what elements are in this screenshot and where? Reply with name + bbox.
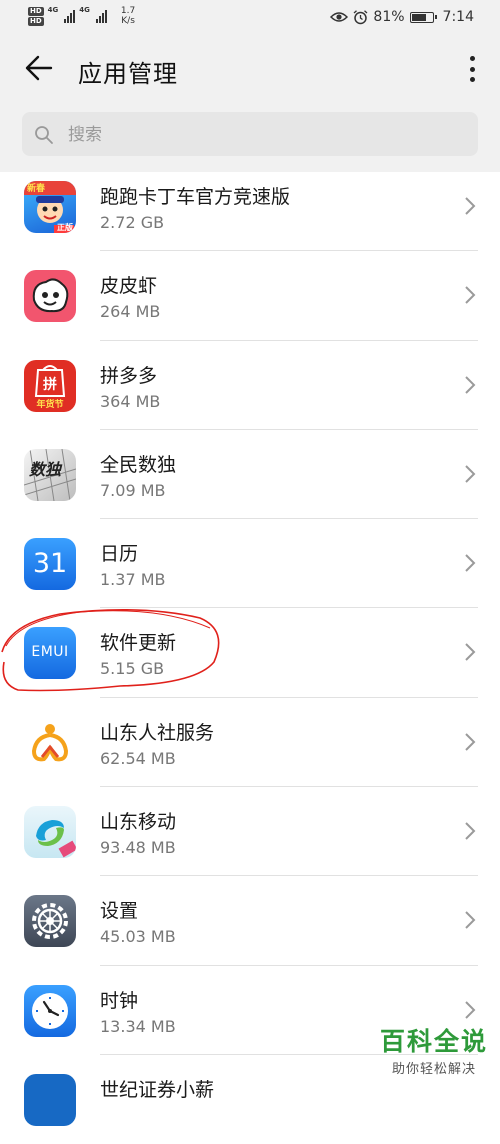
more-options-button[interactable] xyxy=(460,52,484,86)
calendar-icon: 31 xyxy=(24,538,76,591)
kartrider-badge: 新春 xyxy=(27,184,46,194)
app-name: 山东移动 xyxy=(100,811,177,834)
pipixia-icon xyxy=(24,270,76,323)
settings-gear-icon xyxy=(24,895,76,948)
network-label: 4G xyxy=(47,6,59,14)
eye-comfort-icon xyxy=(330,12,349,22)
chevron-right-icon xyxy=(465,375,476,394)
arrow-left-icon xyxy=(25,55,53,81)
hd-indicator: HD HD xyxy=(28,6,44,26)
clock-time: 7:14 xyxy=(442,9,474,25)
app-size: 93.48 MB xyxy=(100,838,176,858)
app-item-kartrider[interactable]: 新春 正版 跑跑卡丁车官方竞速版 2.72 GB xyxy=(0,162,500,252)
app-item-calendar[interactable]: 31 日历 1.37 MB xyxy=(0,519,500,609)
page-title: 应用管理 xyxy=(78,60,178,88)
app-item-shandong-hr[interactable]: 山东人社服务 62.54 MB xyxy=(0,698,500,788)
chevron-right-icon xyxy=(465,197,476,215)
app-name: 日历 xyxy=(100,543,139,566)
securities-icon xyxy=(24,1073,76,1126)
chevron-right-icon xyxy=(465,465,476,483)
app-size: 13.34 MB xyxy=(100,1016,176,1036)
app-size: 62.54 MB xyxy=(100,748,176,768)
app-size: 45.03 MB xyxy=(100,927,176,947)
shandong-hr-icon xyxy=(24,716,76,769)
app-name: 世纪证券小薪 xyxy=(100,1078,215,1101)
kartrider-icon: 新春 正版 xyxy=(24,181,76,233)
app-name: 跑跑卡丁车官方竞速版 xyxy=(100,186,291,208)
sudoku-badge: 数独 xyxy=(29,459,62,479)
network-speed: 1.7 K/s xyxy=(121,6,135,26)
app-item-sudoku[interactable]: 数独 全民数独 7.09 MB xyxy=(0,430,500,520)
app-size: 264 MB xyxy=(100,302,161,322)
title-bar: 应用管理 xyxy=(0,36,500,102)
chevron-right-icon xyxy=(465,643,476,662)
status-bar: HD HD 4G 4G 1.7 K/s 81% 7:14 xyxy=(0,0,500,36)
chevron-right-icon xyxy=(465,286,476,305)
speed-unit: K/s xyxy=(121,16,135,26)
signal-icon xyxy=(64,9,76,23)
chevron-right-icon xyxy=(465,554,476,572)
search-icon xyxy=(35,126,53,144)
hd-label-2: HD xyxy=(28,16,44,26)
chevron-right-icon xyxy=(465,1000,476,1019)
battery-percent: 81% xyxy=(373,9,405,25)
app-item-settings[interactable]: 设置 45.03 MB xyxy=(0,876,500,966)
network-label-2: 4G xyxy=(79,6,90,14)
clock-icon xyxy=(24,984,76,1037)
app-size: 1.37 MB xyxy=(100,570,166,590)
pinduoduo-badge-2: 年货节 xyxy=(36,399,64,410)
pinduoduo-icon: 拼 年货节 xyxy=(24,359,76,412)
watermark-subtitle: 助你轻松解决 xyxy=(391,1062,476,1077)
app-size: 5.15 GB xyxy=(100,659,165,679)
signal-icon-2 xyxy=(95,9,107,23)
app-item-pipixia[interactable]: 皮皮虾 264 MB xyxy=(0,251,500,341)
watermark: 百科全说 助你轻松解决 xyxy=(380,1022,488,1077)
app-size: 7.09 MB xyxy=(100,480,166,500)
emui-badge: EMUI xyxy=(31,644,69,661)
app-name: 拼多多 xyxy=(100,364,158,387)
app-name: 软件更新 xyxy=(100,632,177,655)
app-size: 364 MB xyxy=(100,391,161,411)
app-list: 新春 正版 跑跑卡丁车官方竞速版 2.72 GB 皮皮虾 264 MB 拼 年货… xyxy=(0,162,500,1144)
app-name: 全民数独 xyxy=(100,453,177,476)
app-item-pinduoduo[interactable]: 拼 年货节 拼多多 364 MB xyxy=(0,341,500,430)
calendar-badge: 31 xyxy=(32,548,68,580)
app-name: 设置 xyxy=(100,900,139,923)
speed-value: 1.7 xyxy=(120,6,136,16)
emui-update-icon: EMUI xyxy=(24,627,76,680)
chevron-right-icon xyxy=(465,733,476,751)
watermark-title: 百科全说 xyxy=(379,1027,488,1056)
back-button[interactable] xyxy=(22,50,56,86)
app-name: 山东人社服务 xyxy=(100,721,215,744)
alarm-icon xyxy=(353,9,368,24)
chevron-right-icon xyxy=(465,822,476,840)
hd-label: HD xyxy=(28,6,44,16)
app-item-shandong-mobile[interactable]: 山东移动 93.48 MB xyxy=(0,787,500,877)
kartrider-badge-2: 正版 xyxy=(57,223,73,232)
battery-icon xyxy=(409,11,437,23)
app-name: 时钟 xyxy=(100,989,139,1012)
search-box[interactable] xyxy=(22,112,478,158)
sudoku-icon: 数独 xyxy=(24,448,76,501)
search-input[interactable] xyxy=(66,112,450,158)
app-size: 2.72 GB xyxy=(100,213,165,232)
app-item-software-update[interactable]: EMUI 软件更新 5.15 GB xyxy=(0,608,500,698)
app-name: 皮皮虾 xyxy=(100,275,158,298)
china-mobile-icon xyxy=(24,806,76,859)
more-vertical-icon xyxy=(469,56,475,61)
chevron-right-icon xyxy=(465,911,476,930)
pinduoduo-badge: 拼 xyxy=(43,376,57,393)
